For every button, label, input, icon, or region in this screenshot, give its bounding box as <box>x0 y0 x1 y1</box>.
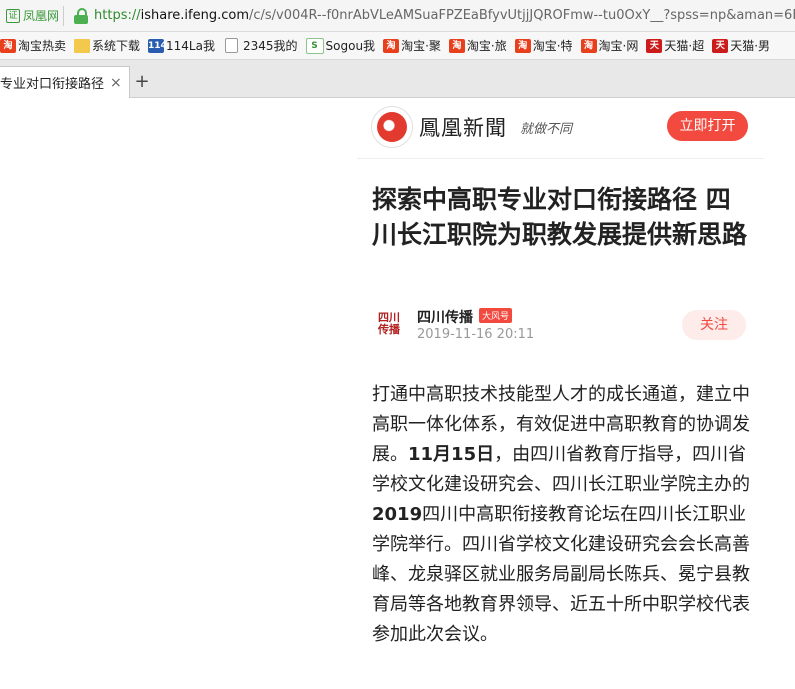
article-title: 探索中高职专业对口衔接路径 四川长江职院为职教发展提供新思路 <box>372 185 748 249</box>
114-icon: 114 <box>148 38 167 53</box>
bookmark-label: 系统下载 <box>92 39 141 53</box>
taobao-icon: 淘 <box>514 38 531 53</box>
article-body: 打通中高职技术技能型人才的成长通道，建立中高职一体化体系，有效促进中高职教育的协… <box>372 380 752 650</box>
certificate-icon: 证 <box>6 8 20 23</box>
lock-icon[interactable] <box>74 7 89 24</box>
taobao-icon: 淘 <box>448 38 465 53</box>
body-text-part: 四川中高职衔接教育论坛在四川长江职业学院举行。四川省学校文化建设研究会会长高善峰… <box>372 504 750 645</box>
tmall-icon: 天 <box>646 38 663 53</box>
taobao-icon: 淘 <box>0 38 16 53</box>
bookmark-item[interactable]: 系统下载 <box>74 37 140 54</box>
url-scheme: https:// <box>94 8 141 23</box>
url-host: ishare.ifeng.com <box>140 8 249 23</box>
tmall-icon: 天 <box>712 38 729 53</box>
page-icon <box>224 38 238 53</box>
bookmarks-bar: 淘淘宝热卖 系统下载 114 114La我 2345我的 S Sogou我 淘淘宝·… <box>0 32 795 60</box>
bookmark-label: Sogou我 <box>325 39 376 53</box>
bookmark-item[interactable]: 114 114La我 <box>148 37 215 54</box>
author-row: 四川传播 四川传播 大风号 2019-11-16 20:11 关注 <box>372 302 752 348</box>
certificate-label: 凤凰网 <box>23 9 60 23</box>
bookmark-label: 淘宝热卖 <box>18 39 67 53</box>
site-certificate[interactable]: 证 凤凰网 <box>4 5 65 26</box>
open-app-button[interactable]: 立即打开 <box>667 111 748 141</box>
logo-slogan: 就做不同 <box>520 122 573 137</box>
bookmark-label: 天猫·超 <box>664 39 705 53</box>
bookmark-label: 淘宝·特 <box>532 39 573 53</box>
bookmark-item[interactable]: 2345我的 <box>223 37 298 54</box>
bookmark-label: 天猫·男 <box>730 39 771 53</box>
url-field[interactable]: https://ishare.ifeng.com/c/s/v004R--f0nr… <box>94 8 795 23</box>
bookmark-item[interactable]: 天天猫·超 <box>646 37 704 54</box>
sogou-icon: S <box>305 37 324 54</box>
avatar-text: 四川传播 <box>378 311 400 336</box>
page-content: 鳳凰新聞 就做不同 立即打开 探索中高职专业对口衔接路径 四川长江职院为职教发展… <box>0 98 795 689</box>
tab-bar: 专业对口衔接路径 四川 × + <box>0 60 795 98</box>
body-text-bold: 11月15日 <box>408 444 495 465</box>
bookmark-label: 淘宝·聚 <box>401 39 441 53</box>
bookmark-label: 淘宝·旅 <box>466 39 507 53</box>
taobao-icon: 淘 <box>580 38 597 53</box>
bookmark-item[interactable]: 淘淘宝·特 <box>514 37 573 54</box>
bookmark-label: 2345我的 <box>242 39 298 53</box>
bookmark-item[interactable]: 天天猫·男 <box>712 37 770 54</box>
publish-date: 2019-11-16 20:11 <box>417 327 535 342</box>
avatar[interactable]: 四川传播 <box>372 308 408 344</box>
close-icon[interactable]: × <box>110 75 122 91</box>
follow-button[interactable]: 关注 <box>682 310 746 340</box>
bookmark-label: 淘宝·网 <box>598 39 639 53</box>
url-path: /c/s/v004R--f0nrAbVLeAMSuaFPZEaBfyvUtjjJ… <box>248 8 795 23</box>
taobao-icon: 淘 <box>383 38 400 53</box>
bookmark-label: 114La我 <box>166 39 215 53</box>
bookmark-item[interactable]: 淘淘宝·旅 <box>448 37 507 54</box>
tab-title: 专业对口衔接路径 四川 <box>0 77 106 92</box>
bookmark-item[interactable]: 淘淘宝热卖 <box>0 37 66 54</box>
browser-tab[interactable]: 专业对口衔接路径 四川 × <box>0 66 130 98</box>
site-header: 鳳凰新聞 就做不同 立即打开 <box>357 98 764 159</box>
bookmark-item[interactable]: S Sogou我 <box>305 37 376 54</box>
new-tab-button[interactable]: + <box>132 72 152 92</box>
address-bar: 证 凤凰网 https://ishare.ifeng.com/c/s/v004R… <box>0 0 795 32</box>
author-name[interactable]: 四川传播 <box>417 307 473 327</box>
logo-text: 鳳凰新聞 <box>419 116 507 140</box>
bookmark-item[interactable]: 淘淘宝·网 <box>580 37 639 54</box>
bookmark-item[interactable]: 淘淘宝·聚 <box>383 37 441 54</box>
author-badge: 大风号 <box>479 308 513 323</box>
folder-icon <box>74 38 91 53</box>
body-text-bold: 2019 <box>372 504 423 525</box>
ifeng-logo-icon[interactable] <box>371 106 413 148</box>
